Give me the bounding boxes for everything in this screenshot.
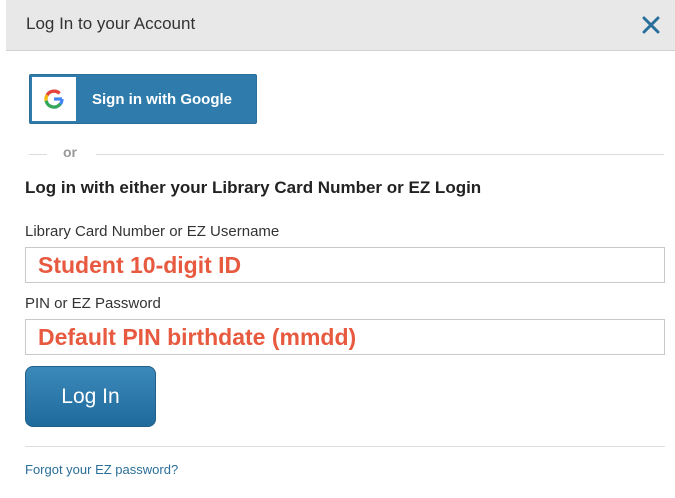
close-button[interactable] — [635, 9, 667, 41]
pin-label: PIN or EZ Password — [25, 295, 161, 312]
log-in-button[interactable]: Log In — [25, 366, 156, 427]
separator-or-text: or — [63, 144, 77, 160]
login-heading: Log in with either your Library Card Num… — [25, 178, 482, 197]
google-button-label: Sign in with Google — [92, 91, 232, 108]
google-icon-box — [32, 77, 76, 121]
separator-line-right — [96, 154, 664, 155]
form-divider — [25, 446, 665, 447]
pin-input[interactable] — [25, 319, 665, 355]
separator-line-left — [29, 154, 47, 155]
card-number-input[interactable] — [25, 247, 665, 283]
google-g-icon — [44, 89, 64, 109]
sign-in-with-google-button[interactable]: Sign in with Google — [29, 74, 257, 124]
forgot-password-link[interactable]: Forgot your EZ password? — [25, 462, 178, 477]
dialog-title: Log In to your Account — [26, 14, 196, 33]
card-number-label: Library Card Number or EZ Username — [25, 223, 280, 240]
dialog-header: Log In to your Account — [6, 0, 675, 51]
close-icon[interactable] — [642, 16, 660, 34]
